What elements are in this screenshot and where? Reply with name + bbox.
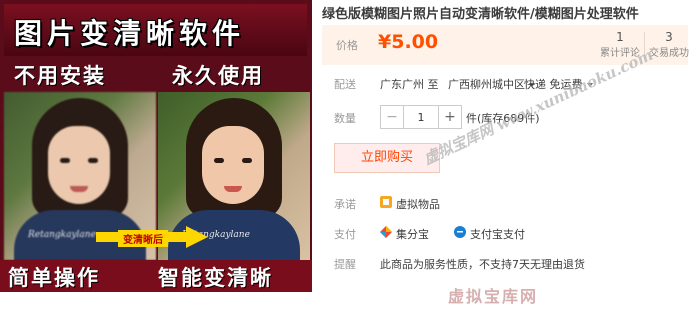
banner-headline: 图片变清晰软件	[14, 17, 246, 50]
price-label: 价格	[336, 39, 358, 52]
banner-footer-left: 简单操作	[8, 266, 100, 290]
payment-label: 支付	[334, 228, 356, 241]
payment-option-jifenbao: 集分宝	[396, 228, 429, 241]
product-image[interactable]: 图片变清晰软件 不用安装 永久使用 Retangkaylane Retangka…	[0, 0, 312, 292]
banner-footer-right: 智能变清晰	[158, 266, 273, 290]
banner-tagline-right: 永久使用	[172, 64, 264, 88]
sales-count: 3	[665, 30, 673, 44]
jifenbao-icon	[380, 226, 392, 238]
quantity-label: 数量	[334, 112, 356, 125]
shipping-from: 广东广州 至	[380, 78, 439, 91]
watermark-bottom: 虚拟宝库网	[448, 287, 539, 306]
notice-label: 提醒	[334, 258, 356, 271]
shirt-text: Retangkaylane	[28, 230, 96, 240]
payment-option-alipay: 支付宝支付	[470, 228, 525, 241]
shipping-label: 配送	[334, 78, 356, 91]
notice-text: 此商品为服务性质，不支持7天无理由退货	[380, 258, 585, 271]
product-page: 图片变清晰软件 不用安装 永久使用 Retangkaylane Retangka…	[0, 0, 690, 314]
decrease-quantity-button[interactable]: −	[381, 106, 404, 128]
promise-text: 虚拟物品	[396, 198, 440, 211]
sales-count-stat: 3 交易成功	[647, 30, 690, 59]
shipping-destination-select[interactable]: 广西柳州城中区	[448, 76, 535, 92]
promise-label: 承诺	[334, 198, 356, 211]
arrow-label: 变清晰后	[118, 230, 168, 247]
price-value: ¥5.00	[378, 31, 439, 53]
alipay-icon	[454, 226, 466, 238]
product-title: 绿色版模糊图片照片自动变清晰软件/模糊图片处理软件	[322, 7, 639, 22]
increase-quantity-button[interactable]: +	[438, 106, 461, 128]
quantity-stepper: − +	[380, 105, 462, 129]
shipping-destination: 广西柳州城中区	[448, 78, 525, 91]
quantity-input[interactable]	[404, 106, 438, 128]
review-count: 1	[616, 30, 624, 44]
virtual-goods-icon	[380, 196, 392, 208]
banner-tagline-left: 不用安装	[14, 64, 106, 88]
